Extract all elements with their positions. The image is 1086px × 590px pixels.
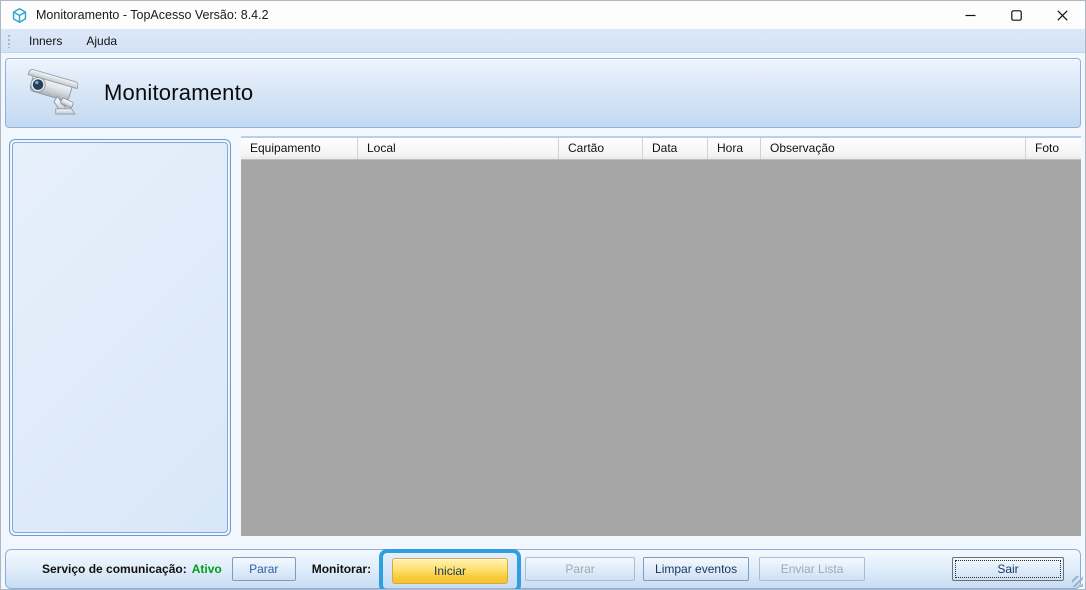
close-button[interactable] (1039, 1, 1085, 29)
window-resize-grip[interactable] (1072, 576, 1083, 587)
click-highlight-box: Iniciar (379, 549, 522, 589)
limpar-eventos-button[interactable]: Limpar eventos (643, 557, 750, 581)
toolbar-grip-handle[interactable] (7, 33, 11, 48)
service-status-value: Ativo (191, 562, 222, 576)
events-table-body (241, 160, 1081, 536)
parar-service-button[interactable]: Parar (231, 557, 296, 581)
service-status-label: Serviço de comunicação: (42, 562, 187, 576)
menu-item-ajuda[interactable]: Ajuda (74, 31, 129, 51)
app-window: Monitoramento - TopAcesso Versão: 8.4.2 … (0, 0, 1086, 590)
sair-button[interactable]: Sair (952, 557, 1064, 581)
app-cube-icon (12, 7, 27, 23)
page-title: Monitoramento (104, 80, 254, 105)
title-bar: Monitoramento - TopAcesso Versão: 8.4.2 (1, 1, 1085, 29)
minimize-icon (965, 14, 975, 16)
column-header-data[interactable]: Data (643, 138, 708, 159)
close-icon (1056, 9, 1068, 21)
menu-bar: Inners Ajuda (1, 29, 1085, 53)
cctv-camera-icon (27, 69, 79, 115)
window-controls (947, 1, 1085, 29)
column-header-cartao[interactable]: Cartão (559, 138, 643, 159)
events-table: Equipamento Local Cartão Data Hora Obser… (241, 136, 1081, 536)
main-content: Equipamento Local Cartão Data Hora Obser… (1, 128, 1085, 540)
maximize-icon (1010, 9, 1022, 21)
column-header-observacao[interactable]: Observação (761, 138, 1026, 159)
events-table-header-row: Equipamento Local Cartão Data Hora Obser… (241, 138, 1081, 160)
column-header-hora[interactable]: Hora (708, 138, 761, 159)
maximize-button[interactable] (993, 1, 1039, 29)
column-header-equipamento[interactable]: Equipamento (241, 138, 358, 159)
enviar-lista-button[interactable]: Enviar Lista (759, 557, 866, 581)
column-header-local[interactable]: Local (358, 138, 559, 159)
menu-item-inners[interactable]: Inners (17, 31, 74, 51)
bottom-action-bar: Serviço de comunicação: Ativo Parar Moni… (5, 549, 1081, 589)
iniciar-button[interactable]: Iniciar (392, 558, 509, 584)
device-list-empty-area (12, 142, 228, 533)
header-banner: Monitoramento (5, 58, 1081, 128)
monitorar-label: Monitorar: (311, 562, 372, 576)
column-header-foto[interactable]: Foto (1026, 138, 1081, 159)
minimize-button[interactable] (947, 1, 993, 29)
device-list-panel[interactable] (9, 139, 231, 536)
window-title: Monitoramento - TopAcesso Versão: 8.4.2 (36, 8, 269, 22)
parar-monitor-button[interactable]: Parar (525, 557, 636, 581)
